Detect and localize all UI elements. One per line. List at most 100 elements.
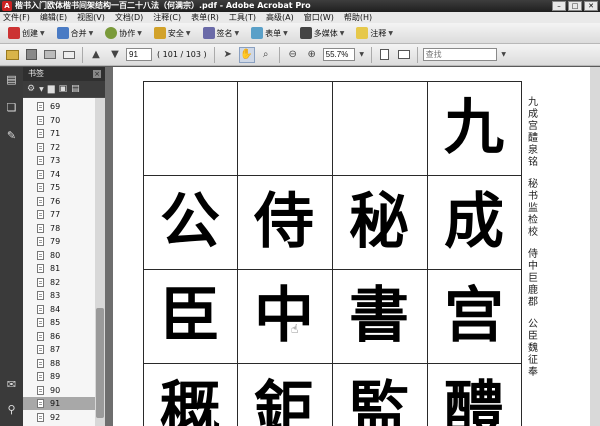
bookmarks-scrollbar[interactable] [95,98,105,426]
search-input[interactable] [422,48,497,61]
bookmark-item[interactable]: 88 [23,357,95,370]
collaborate-icon [105,27,118,39]
bookmark-item[interactable]: 91 [23,397,95,410]
calligraphy-character: 秘 [349,187,409,257]
page-icon [37,277,44,287]
attachments-panel-icon[interactable]: ⚲ [5,403,18,416]
bookmark-item[interactable]: 82 [23,276,95,289]
signatures-panel-icon[interactable]: ✎ [5,129,18,142]
zoom-tool-button[interactable]: ⌕ [258,47,274,63]
bookmark-item[interactable]: 81 [23,262,95,275]
hand-tool-button[interactable]: ✋ [238,46,255,63]
bookmark-item[interactable]: 74 [23,168,95,181]
search-options-dropdown[interactable]: ▼ [500,47,508,63]
chevron-down-icon: ▼ [137,29,142,37]
hand-cursor-icon: ☝ [291,322,299,336]
comments-panel-icon[interactable]: ✉ [5,378,18,391]
zoom-dropdown[interactable]: ▼ [358,47,366,63]
minus-circle-icon: ⊖ [288,49,297,60]
select-tool-button[interactable]: ➤ [220,47,236,63]
menu-tools[interactable]: 工具(T) [229,12,256,23]
bookmark-item[interactable]: 86 [23,330,95,343]
menu-document[interactable]: 文档(D) [115,12,143,23]
bookmark-item[interactable]: 77 [23,208,95,221]
email-button[interactable] [61,47,77,63]
scrollbar-thumb[interactable] [96,308,104,418]
zoom-out-button[interactable]: ⊖ [285,47,301,63]
options-icon[interactable]: ⚙ [27,84,35,94]
bookmark-item[interactable]: 73 [23,154,95,167]
new-bookmark-icon[interactable]: ▣ [59,84,68,94]
bookmark-item[interactable]: 83 [23,289,95,302]
grid-line [143,363,522,364]
forms-button[interactable]: 表单 ▼ [247,25,292,42]
document-viewport[interactable]: 九公侍秘成臣中書宫穊鉅監醴 九成宫醴泉铭 秘书监检校 侍中巨鹿郡 公臣魏征奉 ☝ [105,67,600,426]
bookmark-item[interactable]: 87 [23,343,95,356]
pages-panel-icon[interactable]: ▤ [5,73,18,86]
comment-button[interactable]: 注释 ▼ [352,25,397,42]
page-icon [37,304,44,314]
document-scrollbar[interactable] [590,67,600,426]
create-label: 创建 [22,28,38,38]
minimize-button[interactable]: – [552,1,566,11]
bookmark-label: 73 [50,156,61,165]
sign-button[interactable]: 签名 ▼ [199,25,244,42]
open-button[interactable] [4,47,20,63]
previous-page-button[interactable]: ▲ [88,47,104,63]
grid-line [237,81,238,426]
annotation-line: 九成宫醴泉铭 [528,97,538,168]
menu-file[interactable]: 文件(F) [3,12,30,23]
bookmark-item[interactable]: 72 [23,141,95,154]
menu-view[interactable]: 视图(V) [77,12,105,23]
bookmark-item[interactable]: 70 [23,114,95,127]
bookmark-item[interactable]: 85 [23,316,95,329]
close-button[interactable]: ✕ [584,1,598,11]
multimedia-button[interactable]: 多媒体 ▼ [296,25,349,42]
bookmark-label: 79 [50,237,61,246]
expand-bookmark-icon[interactable]: ▤ [71,84,80,94]
next-page-button[interactable]: ▼ [107,47,123,63]
bookmark-item[interactable]: 78 [23,222,95,235]
bookmark-item[interactable]: 71 [23,127,95,140]
secure-button[interactable]: 安全 ▼ [150,25,195,42]
chevron-down-icon: ▼ [388,29,393,37]
bookmarks-panel-icon[interactable]: ❏ [5,101,18,114]
combine-button[interactable]: 合并 ▼ [53,25,98,42]
create-button[interactable]: 创建 ▼ [4,25,49,42]
bookmark-item[interactable]: 76 [23,195,95,208]
bookmark-item[interactable]: 80 [23,249,95,262]
bookmark-item[interactable]: 84 [23,303,95,316]
calligraphy-character: 宫 [444,281,504,351]
collaborate-button[interactable]: 协作 ▼ [101,25,146,42]
fit-width-button[interactable] [396,47,412,63]
zoom-level-input[interactable] [322,48,355,61]
print-button[interactable] [42,47,58,63]
toolbar-divider [416,46,418,63]
chevron-down-icon[interactable]: ▼ [39,86,44,93]
fit-page-button[interactable] [377,47,393,63]
delete-bookmark-icon[interactable]: ▆ [48,84,55,94]
menu-help[interactable]: 帮助(H) [344,12,372,23]
bookmark-item[interactable]: 69 [23,100,95,113]
bookmark-item[interactable]: 89 [23,370,95,383]
bookmark-item[interactable]: 75 [23,181,95,194]
menu-comments[interactable]: 注释(C) [153,12,181,23]
navigation-pane-strip: ▤ ❏ ✎ ✉ ⚲ [0,67,23,426]
zoom-in-button[interactable]: ⊕ [304,47,320,63]
annotation-line: 秘书监检校 [528,179,538,238]
bookmark-item[interactable]: 90 [23,384,95,397]
bookmark-label: 74 [50,169,61,179]
page-icon [37,115,44,125]
menu-advanced[interactable]: 高级(A) [266,12,294,23]
page-number-input[interactable] [126,48,152,61]
menu-window[interactable]: 窗口(W) [304,12,334,23]
close-panel-icon[interactable]: × [93,70,101,78]
bookmark-item[interactable]: 79 [23,235,95,248]
menu-edit[interactable]: 编辑(E) [40,12,67,23]
bookmark-item[interactable]: 92 [23,411,95,424]
maximize-button[interactable]: □ [568,1,582,11]
menu-forms[interactable]: 表单(R) [191,12,219,23]
window-title: 楷书入门欧体楷书间架结构一百二十八法（何满宗）.pdf - Adobe Acro… [15,1,311,10]
bookmark-label: 85 [50,318,61,327]
save-button[interactable] [23,47,39,63]
